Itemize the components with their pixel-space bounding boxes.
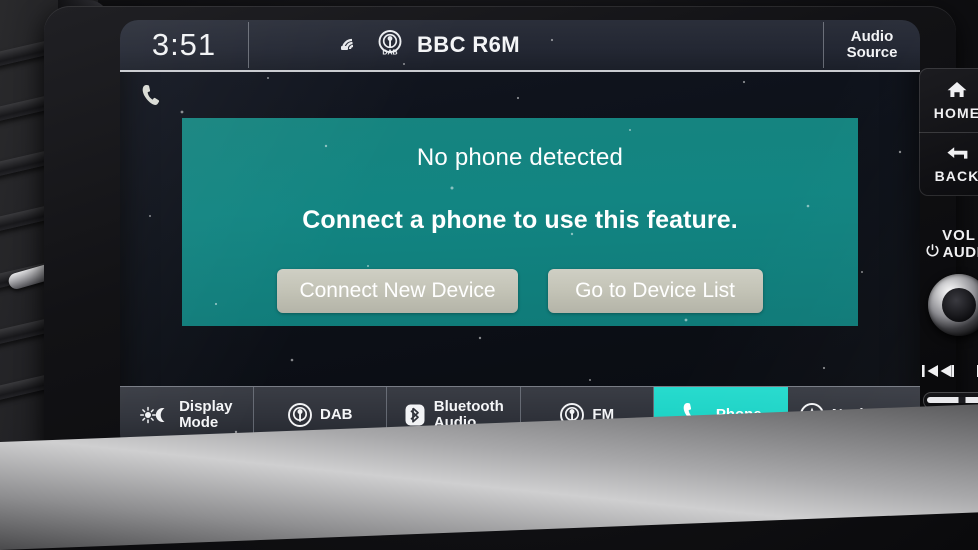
volume-label-group: VOL AUDIO [914, 228, 978, 262]
house-icon [946, 80, 968, 104]
sun-moon-icon [140, 405, 172, 425]
signal-strength-icon [341, 34, 363, 57]
home-button[interactable]: HOME [919, 68, 978, 133]
tab-label: DAB [320, 405, 353, 423]
home-label: HOME [933, 104, 978, 121]
dialog-message: Connect a phone to use this feature. [302, 206, 738, 234]
dab-broadcast-icon: DAB [376, 29, 404, 62]
audio-source-button[interactable]: Audio Source [824, 29, 920, 60]
no-phone-dialog: No phone detected Connect a phone to use… [182, 118, 858, 326]
head-unit-bezel: 3:51 DAB BBC R6M Audio Source No phone d… [44, 6, 978, 468]
dialog-title: No phone detected [416, 144, 624, 171]
back-arrow-icon [944, 145, 970, 167]
bluetooth-icon [403, 402, 427, 428]
volume-knob[interactable] [928, 274, 978, 336]
now-playing-area[interactable]: DAB BBC R6M [249, 29, 823, 62]
back-label: BACK [934, 167, 978, 184]
audio-source-label-line2: Source [846, 44, 898, 61]
infotainment-display: 3:51 DAB BBC R6M Audio Source No phone d… [120, 20, 920, 452]
dialog-button-row: Connect New Device Go to Device List [277, 269, 763, 313]
clock: 3:51 [151, 27, 217, 62]
svg-text:DAB: DAB [382, 49, 397, 56]
connect-new-device-button[interactable]: Connect New Device [277, 269, 518, 313]
audio-power-label: AUDIO [914, 243, 978, 262]
back-button[interactable]: BACK [919, 132, 978, 196]
tab-label: Display Mode [179, 398, 233, 431]
seek-slider-track [927, 397, 978, 403]
volume-label: VOL [942, 227, 976, 244]
status-bar: 3:51 DAB BBC R6M Audio Source [120, 20, 920, 72]
station-name: BBC R6M [417, 32, 521, 57]
dashboard-background: 3:51 DAB BBC R6M Audio Source No phone d… [0, 0, 978, 550]
volume-knob-center [942, 288, 976, 322]
hard-key-cluster: HOME BACK [919, 68, 978, 196]
power-icon [925, 243, 940, 262]
audio-source-label-line1: Audio [850, 28, 894, 46]
go-to-device-list-button[interactable]: Go to Device List [547, 269, 763, 313]
broadcast-icon [287, 402, 313, 428]
skip-previous-button[interactable] [921, 362, 955, 385]
phone-handset-icon [138, 82, 168, 117]
